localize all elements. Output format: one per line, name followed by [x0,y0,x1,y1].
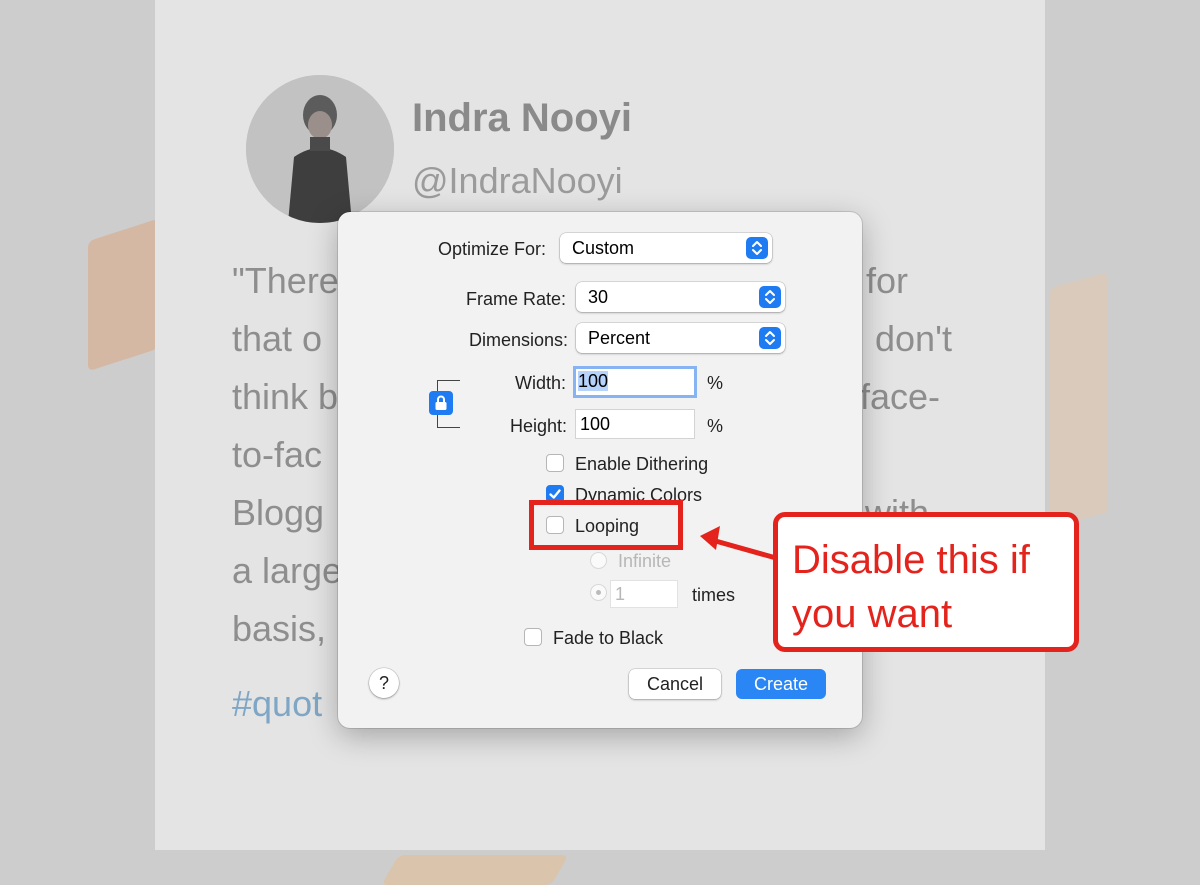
quote-text: "There [232,260,339,301]
times-radio[interactable] [590,584,607,601]
callout-line: you want [792,592,953,636]
annotation-arrow-icon [700,526,777,561]
author-avatar [246,75,394,223]
annotation-callout: Disable this if you want [773,512,1079,652]
quote-text: don't [875,318,952,359]
frame-rate-value: 30 [588,287,609,307]
highlight-box [529,500,683,550]
decorative-brush-stroke [88,218,158,372]
create-button[interactable]: Create [736,669,826,699]
enable-dithering-checkbox[interactable] [546,454,564,472]
times-input[interactable]: 1 [610,580,678,608]
width-unit: % [707,373,724,393]
dimensions-popup[interactable]: Percent [576,323,785,353]
aspect-lock-icon[interactable] [429,391,453,415]
width-input[interactable]: 100 [573,366,697,398]
quote-text: a large [232,550,343,591]
infinite-label: Infinite [618,551,672,571]
author-handle: @IndraNooyi [412,160,623,201]
help-button[interactable]: ? [369,668,399,698]
quote-text: to-fac [232,434,323,475]
decorative-brush-stroke [381,855,569,885]
height-label: Height: [509,416,567,436]
height-input[interactable]: 100 [575,409,695,439]
width-value: 100 [578,371,609,391]
hashtag-link[interactable]: #quot [232,683,322,725]
optimize-for-label: Optimize For: [437,239,546,259]
updown-chevron-icon [746,237,768,259]
fade-to-black-checkbox[interactable] [524,628,542,646]
decorative-brush-stroke [1050,272,1108,528]
dimensions-label: Dimensions: [468,330,568,350]
times-label: times [692,585,736,605]
quote-text: Blogg [232,492,325,533]
times-value: 1 [615,584,626,604]
quote-text: for [866,260,909,301]
optimize-for-popup[interactable]: Custom [560,233,772,263]
fade-to-black-label: Fade to Black [553,628,664,648]
updown-chevron-icon [759,327,781,349]
frame-rate-label: Frame Rate: [465,289,566,309]
enable-dithering-label: Enable Dithering [575,454,709,474]
quote-text: think b [232,376,339,417]
height-value: 100 [580,414,611,434]
quote-text: that o [232,318,323,359]
cancel-button[interactable]: Cancel [629,669,721,699]
infinite-radio[interactable] [590,552,607,569]
frame-rate-popup[interactable]: 30 [576,282,785,312]
dimensions-value: Percent [588,328,651,348]
height-unit: % [707,416,724,436]
author-name: Indra Nooyi [412,96,633,140]
callout-line: Disable this if [792,538,1030,582]
optimize-for-value: Custom [572,238,635,258]
width-label: Width: [514,373,566,393]
quote-text: basis, [232,608,327,649]
quote-text: face- [860,376,941,417]
updown-chevron-icon [759,286,781,308]
